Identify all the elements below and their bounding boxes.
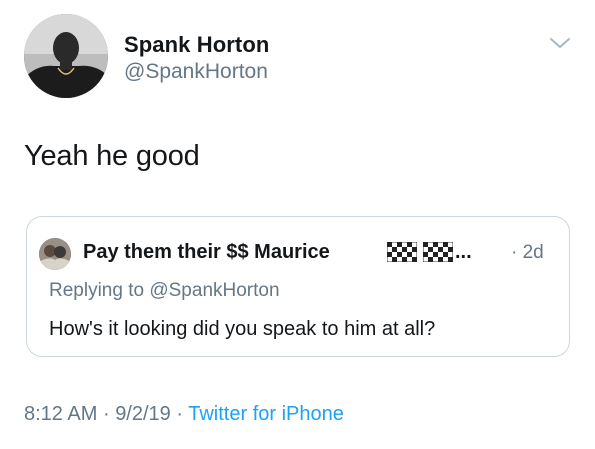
tweet-time[interactable]: 8:12 AM xyxy=(24,403,97,425)
tweet-text: Yeah he good xyxy=(24,140,200,172)
quoted-timestamp[interactable]: · 2d xyxy=(511,242,544,264)
quoted-author-emoji xyxy=(387,242,453,262)
meta-separator: · xyxy=(102,403,110,425)
quoted-tweet[interactable]: Pay them their $$ Maurice ... · 2d Reply… xyxy=(26,216,570,357)
name-truncation: ... xyxy=(455,241,472,263)
chevron-down-icon xyxy=(550,38,570,48)
checkered-flag-icon xyxy=(423,242,453,262)
replying-to: Replying to @SpankHorton xyxy=(49,280,280,302)
tweet-source-link[interactable]: Twitter for iPhone xyxy=(188,403,344,425)
replying-prefix: Replying to xyxy=(49,280,145,301)
quoted-time: 2d xyxy=(522,242,544,263)
tweet-card: Spank Horton @SpankHorton Yeah he good P… xyxy=(0,0,595,449)
time-separator: · xyxy=(511,242,518,263)
profile-photo xyxy=(24,14,108,98)
tweet-metadata: 8:12 AM · 9/2/19 · Twitter for iPhone xyxy=(24,403,344,426)
author-handle[interactable]: @SpankHorton xyxy=(124,60,268,84)
quoted-author-name[interactable]: Pay them their $$ Maurice xyxy=(83,241,330,264)
profile-photo xyxy=(39,238,71,270)
meta-separator: · xyxy=(176,403,184,425)
quoted-tweet-text: How's it looking did you speak to him at… xyxy=(49,318,436,340)
author-name[interactable]: Spank Horton xyxy=(124,32,269,58)
replying-mention[interactable]: @SpankHorton xyxy=(149,280,279,301)
tweet-menu-button[interactable] xyxy=(548,36,572,50)
checkered-flag-icon xyxy=(387,242,417,262)
quoted-author-avatar[interactable] xyxy=(39,238,71,270)
tweet-date[interactable]: 9/2/19 xyxy=(115,403,171,425)
author-avatar[interactable] xyxy=(24,14,108,98)
